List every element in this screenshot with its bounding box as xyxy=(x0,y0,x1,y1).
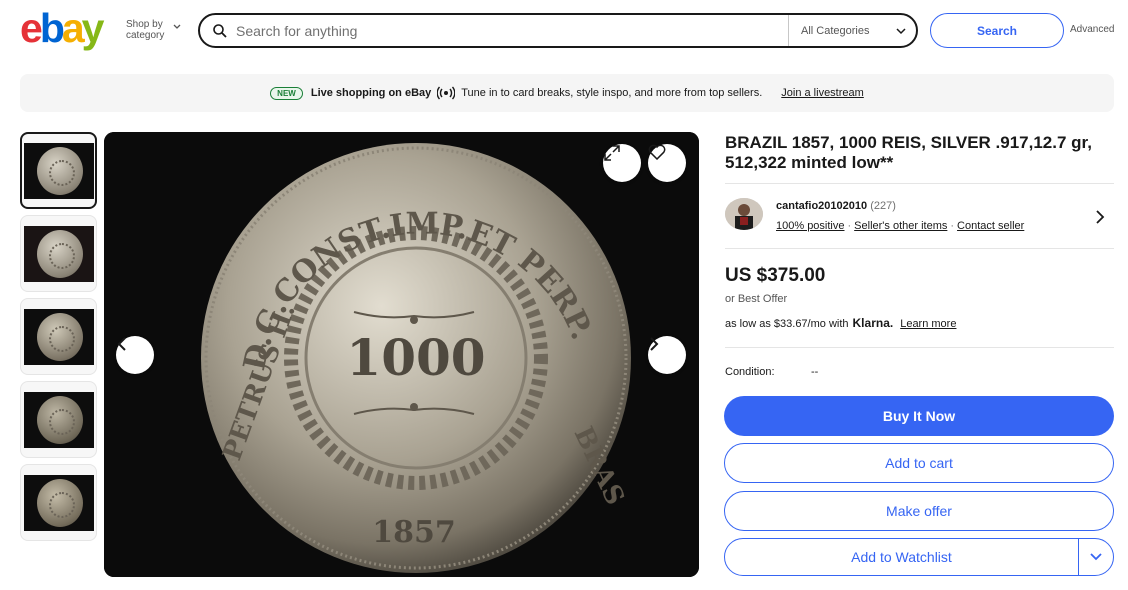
condition-value: -- xyxy=(811,366,819,378)
chevron-down-icon xyxy=(1090,553,1102,561)
make-offer-button[interactable]: Make offer xyxy=(724,491,1114,531)
gallery-thumbnail-5[interactable] xyxy=(20,464,97,541)
condition-label: Condition: xyxy=(725,366,775,378)
shop-by-category-button[interactable]: Shop by category xyxy=(126,19,186,41)
logo-letter-b: b xyxy=(39,5,65,51)
coin-thumbnail-image xyxy=(23,308,94,365)
banner-description: Tune in to card breaks, style inspo, and… xyxy=(461,87,763,99)
search-bar: Search for anything All Categories xyxy=(198,13,918,48)
ebay-logo[interactable]: ebay xyxy=(20,5,105,51)
coin-image: D.G.CONST.IMP.ET PERP. PETRUS II. BRAS 1… xyxy=(104,132,699,577)
seller-avatar[interactable] xyxy=(725,198,763,230)
search-button[interactable]: Search xyxy=(930,13,1064,48)
separator: · xyxy=(950,220,955,232)
add-to-watchlist-group: Add to Watchlist xyxy=(724,538,1114,576)
klarna-prefix: as low as $33.67/mo with xyxy=(725,318,849,330)
coin-thumbnail-image xyxy=(23,225,94,282)
chevron-right-icon[interactable] xyxy=(1095,209,1105,225)
fullscreen-button[interactable] xyxy=(603,144,641,182)
listing-title: BRAZIL 1857, 1000 REIS, SILVER .917,12.7… xyxy=(725,133,1092,172)
seller-feedback-count: (227) xyxy=(870,200,896,212)
next-image-button[interactable] xyxy=(648,336,686,374)
divider xyxy=(725,347,1114,348)
seller-name[interactable]: cantafio20102010 (227) xyxy=(776,200,896,212)
category-select-value: All Categories xyxy=(801,24,870,37)
live-shopping-banner: NEW Live shopping on eBay Tune in to car… xyxy=(20,74,1114,112)
main-product-image[interactable]: D.G.CONST.IMP.ET PERP. PETRUS II. BRAS 1… xyxy=(104,132,699,577)
coin-thumbnail-image xyxy=(23,474,94,531)
seller-username: cantafio20102010 xyxy=(776,200,868,212)
chevron-down-icon xyxy=(173,24,181,29)
buy-it-now-button[interactable]: Buy It Now xyxy=(724,396,1114,436)
avatar-image xyxy=(725,198,763,230)
new-badge: NEW xyxy=(270,86,303,100)
divider xyxy=(725,183,1114,184)
add-to-watchlist-button[interactable]: Add to Watchlist xyxy=(725,539,1079,575)
gallery-thumbnail-3[interactable] xyxy=(20,298,97,375)
add-to-cart-button[interactable]: Add to cart xyxy=(724,443,1114,483)
contact-seller-link[interactable]: Contact seller xyxy=(957,220,1024,232)
search-input[interactable]: Search for anything xyxy=(236,23,788,39)
seller-links: 100% positive · Seller's other items · Conta… xyxy=(776,220,1024,232)
klarna-logo: Klarna. xyxy=(852,316,894,330)
gallery-thumbnail-4[interactable] xyxy=(20,381,97,458)
coin-thumbnail-image xyxy=(23,391,94,448)
logo-letter-y: y xyxy=(81,5,105,51)
seller-positive-feedback-link[interactable]: 100% positive xyxy=(776,220,845,232)
coin-year: 1857 xyxy=(372,515,456,550)
coin-thumbnail-image xyxy=(23,142,94,199)
best-offer-note: or Best Offer xyxy=(725,293,788,305)
join-livestream-link[interactable]: Join a livestream xyxy=(781,87,864,99)
advanced-search-link[interactable]: Advanced xyxy=(1070,24,1114,35)
shop-by-line2: category xyxy=(126,30,165,41)
price: US $375.00 xyxy=(725,265,826,286)
gallery-thumbnail-1[interactable] xyxy=(20,132,97,209)
expand-icon xyxy=(604,145,620,161)
chevron-down-icon xyxy=(896,28,906,35)
klarna-financing: as low as $33.67/mo with Klarna. Learn mor… xyxy=(725,316,956,330)
watchlist-dropdown-button[interactable] xyxy=(1079,539,1113,575)
live-broadcast-icon xyxy=(437,86,456,100)
previous-image-button[interactable] xyxy=(116,336,154,374)
banner-headline: Live shopping on eBay xyxy=(310,87,432,99)
heart-icon xyxy=(648,144,666,160)
search-icon xyxy=(213,23,227,38)
seller-other-items-link[interactable]: Seller's other items xyxy=(854,220,947,232)
chevron-left-icon xyxy=(117,337,126,351)
gallery-thumbnail-2[interactable] xyxy=(20,215,97,292)
divider xyxy=(725,248,1114,249)
coin-value: 1000 xyxy=(346,328,485,387)
separator: · xyxy=(847,220,852,232)
logo-letter-e: e xyxy=(20,5,43,51)
logo-letter-a: a xyxy=(61,5,85,51)
chevron-right-icon xyxy=(650,337,659,351)
watchlist-heart-button[interactable] xyxy=(648,144,686,182)
category-select[interactable]: All Categories xyxy=(788,15,916,46)
klarna-learn-more-link[interactable]: Learn more xyxy=(900,318,956,330)
